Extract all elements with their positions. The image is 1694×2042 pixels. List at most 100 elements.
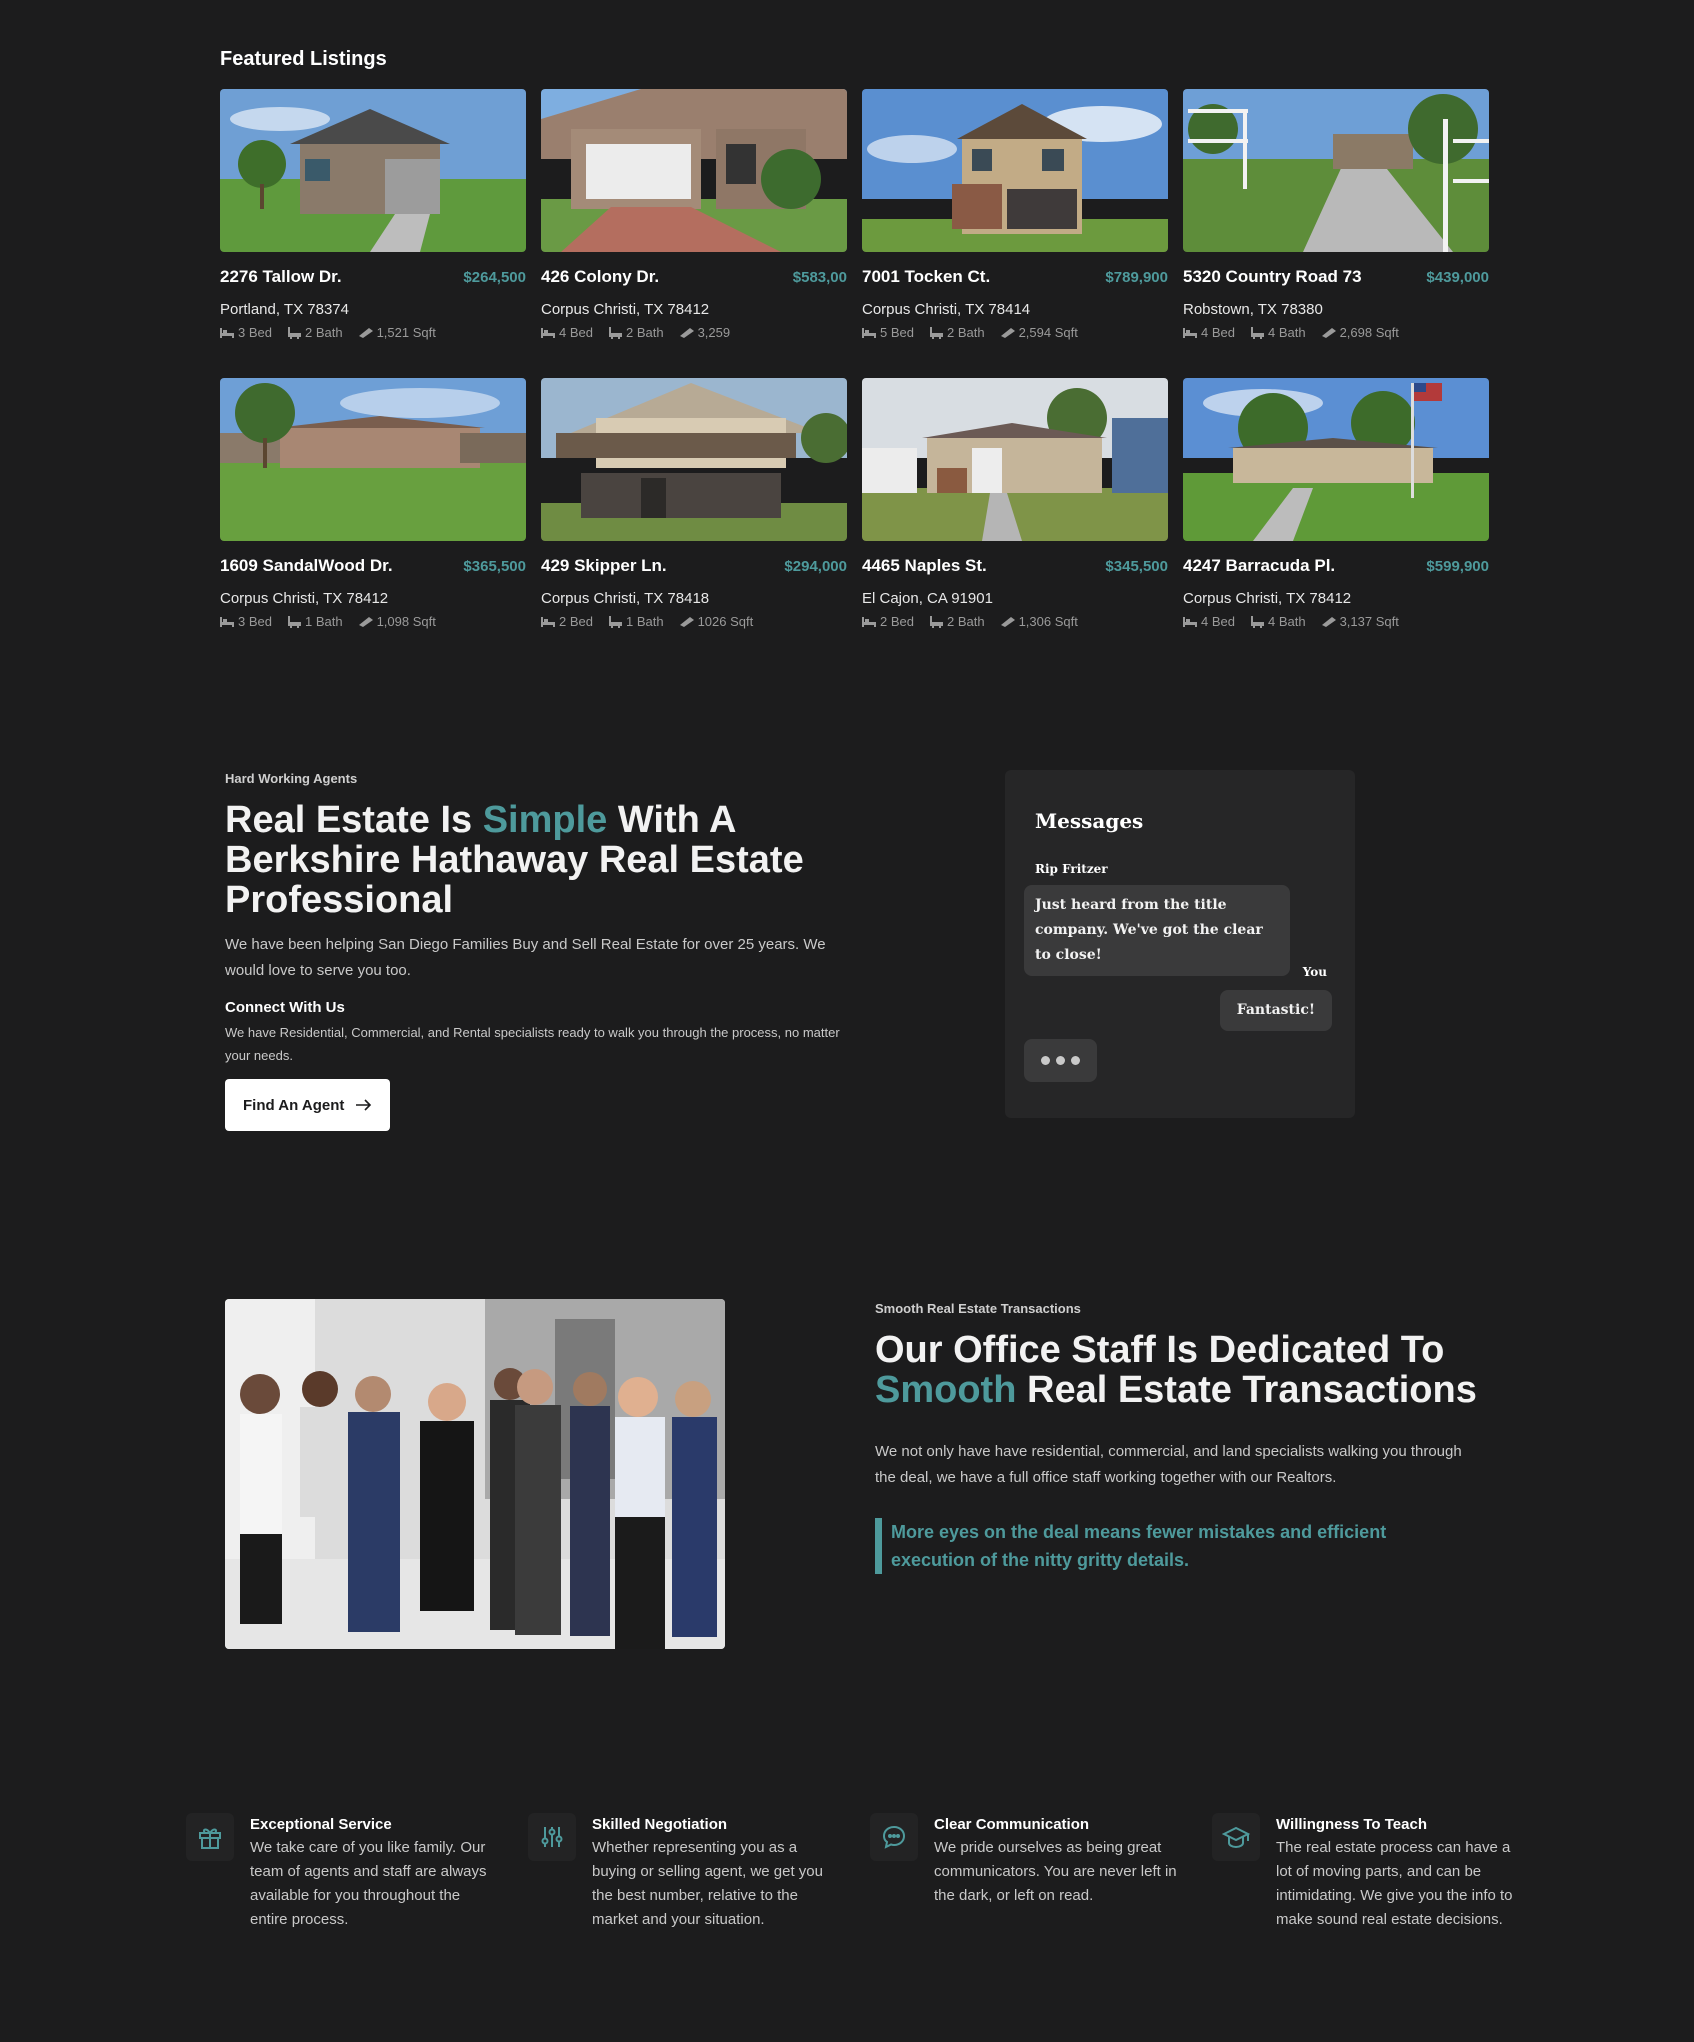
feature-willingness-to-teach: Willingness To Teach The real estate pro…: [1212, 1813, 1542, 1932]
bed-icon: [220, 327, 234, 338]
listing-city: Corpus Christi, TX 78412: [1183, 590, 1352, 607]
feature-text: We pride ourselves as being great commun…: [934, 1839, 1177, 1904]
bath-stat: 2 Bath: [929, 614, 985, 629]
listing-address[interactable]: 429 Skipper Ln.: [541, 556, 667, 576]
bath-stat: 4 Bath: [1250, 325, 1306, 340]
ruler-icon: [1321, 327, 1336, 338]
listing-card[interactable]: 4247 Barracuda Pl. $599,900 Corpus Chris…: [1183, 378, 1489, 634]
messages-panel: Messages Rip Fritzer Just heard from the…: [1005, 770, 1355, 1118]
connect-text: We have Residential, Commercial, and Ren…: [225, 1025, 840, 1063]
listing-city: Corpus Christi, TX 78418: [541, 590, 710, 607]
listing-price: $439,000: [1426, 269, 1489, 286]
listing-city: Corpus Christi, TX 78412: [541, 301, 710, 318]
arrow-right-icon: [356, 1099, 372, 1111]
listing-address[interactable]: 5320 Country Road 73: [1183, 267, 1362, 287]
listing-photo[interactable]: [1183, 89, 1489, 252]
ruler-icon: [679, 327, 694, 338]
listing-city: Corpus Christi, TX 78414: [862, 301, 1031, 318]
bed-stat: 4 Bed: [541, 325, 593, 340]
bath-icon: [608, 615, 622, 628]
feature-exceptional-service: Exceptional Service We take care of you …: [186, 1813, 516, 1932]
listing-card[interactable]: 426 Colony Dr. $583,00 Corpus Christi, T…: [541, 89, 847, 345]
typing-indicator: [1024, 1039, 1097, 1082]
bath-stat: 2 Bath: [287, 325, 343, 340]
feature-clear-communication: Clear Communication We pride ourselves a…: [870, 1813, 1200, 1908]
listing-price: $583,00: [792, 269, 847, 286]
sqft-stat: 3,137 Sqft: [1321, 614, 1399, 629]
ruler-icon: [358, 327, 373, 338]
bath-icon: [929, 615, 943, 628]
gift-icon: [186, 1813, 234, 1861]
listing-city: Robstown, TX 78380: [1183, 301, 1323, 318]
ruler-icon: [679, 616, 694, 627]
outgoing-message: Fantastic!: [1219, 990, 1332, 1031]
listing-card[interactable]: 5320 Country Road 73 $439,000 Robstown, …: [1183, 89, 1489, 345]
bed-stat: 5 Bed: [862, 325, 914, 340]
feature-text: We take care of you like family. Our tea…: [250, 1839, 487, 1928]
bed-stat: 2 Bed: [541, 614, 593, 629]
graduation-cap-icon: [1212, 1813, 1260, 1861]
find-agent-button[interactable]: Find An Agent: [225, 1079, 391, 1131]
listing-address[interactable]: 426 Colony Dr.: [541, 267, 659, 287]
sqft-stat: 1026 Sqft: [679, 614, 753, 629]
listing-photo[interactable]: [541, 89, 847, 252]
office-staff-photo: [225, 1299, 725, 1649]
ruler-icon: [1321, 616, 1336, 627]
listing-photo[interactable]: [220, 378, 526, 541]
bed-stat: 3 Bed: [220, 325, 272, 340]
sqft-stat: 1,521 Sqft: [358, 325, 436, 340]
listing-photo[interactable]: [862, 89, 1168, 252]
feature-title: Clear Communication: [934, 1816, 1090, 1833]
listing-price: $294,000: [784, 558, 847, 575]
connect-title: Connect With Us: [225, 999, 345, 1016]
listing-photo[interactable]: [1183, 378, 1489, 541]
bed-stat: 4 Bed: [1183, 325, 1235, 340]
find-agent-label: Find An Agent: [243, 1096, 345, 1114]
bath-icon: [287, 326, 301, 339]
bed-stat: 3 Bed: [220, 614, 272, 629]
bed-icon: [862, 616, 876, 627]
chat-icon: [870, 1813, 918, 1861]
incoming-message: Just heard from the title company. We've…: [1024, 885, 1290, 976]
listing-card[interactable]: 7001 Tocken Ct. $789,900 Corpus Christi,…: [862, 89, 1168, 345]
bed-icon: [541, 327, 555, 338]
listing-photo[interactable]: [541, 378, 847, 541]
bath-stat: 1 Bath: [608, 614, 664, 629]
bed-icon: [541, 616, 555, 627]
listing-card[interactable]: 4465 Naples St. $345,500 El Cajon, CA 91…: [862, 378, 1168, 634]
listing-photo[interactable]: [220, 89, 526, 252]
agents-heading: Real Estate Is Simple With A Berkshire H…: [225, 799, 804, 921]
bed-icon: [1183, 327, 1197, 338]
ruler-icon: [1000, 327, 1015, 338]
listing-card[interactable]: 2276 Tallow Dr. $264,500 Portland, TX 78…: [220, 89, 526, 345]
feature-title: Exceptional Service: [250, 1816, 392, 1833]
listing-price: $365,500: [463, 558, 526, 575]
bath-stat: 4 Bath: [1250, 614, 1306, 629]
listing-card[interactable]: 429 Skipper Ln. $294,000 Corpus Christi,…: [541, 378, 847, 634]
listing-price: $599,900: [1426, 558, 1489, 575]
bath-stat: 2 Bath: [608, 325, 664, 340]
listing-address[interactable]: 4247 Barracuda Pl.: [1183, 556, 1335, 576]
feature-title: Skilled Negotiation: [592, 1816, 728, 1833]
listing-address[interactable]: 1609 SandalWood Dr.: [220, 556, 393, 576]
listing-city: El Cajon, CA 91901: [862, 590, 993, 607]
listing-card[interactable]: 1609 SandalWood Dr. $365,500 Corpus Chri…: [220, 378, 526, 634]
ruler-icon: [1000, 616, 1015, 627]
bed-icon: [220, 616, 234, 627]
feature-title: Willingness To Teach: [1276, 1816, 1427, 1833]
listing-price: $789,900: [1105, 269, 1168, 286]
sender-name: Rip Fritzer: [1035, 862, 1108, 876]
bath-icon: [1250, 326, 1264, 339]
listing-photo[interactable]: [862, 378, 1168, 541]
listing-address[interactable]: 2276 Tallow Dr.: [220, 267, 342, 287]
listing-address[interactable]: 7001 Tocken Ct.: [862, 267, 990, 287]
sqft-stat: 2,698 Sqft: [1321, 325, 1399, 340]
sqft-stat: 1,098 Sqft: [358, 614, 436, 629]
listing-address[interactable]: 4465 Naples St.: [862, 556, 987, 576]
featured-listings-title: Featured Listings: [220, 48, 387, 70]
listing-price: $264,500: [463, 269, 526, 286]
feature-skilled-negotiation: Skilled Negotiation Whether representing…: [528, 1813, 858, 1932]
staff-heading: Our Office Staff Is Dedicated To Smooth R…: [875, 1329, 1477, 1411]
bed-icon: [862, 327, 876, 338]
messages-title: Messages: [1035, 809, 1144, 833]
